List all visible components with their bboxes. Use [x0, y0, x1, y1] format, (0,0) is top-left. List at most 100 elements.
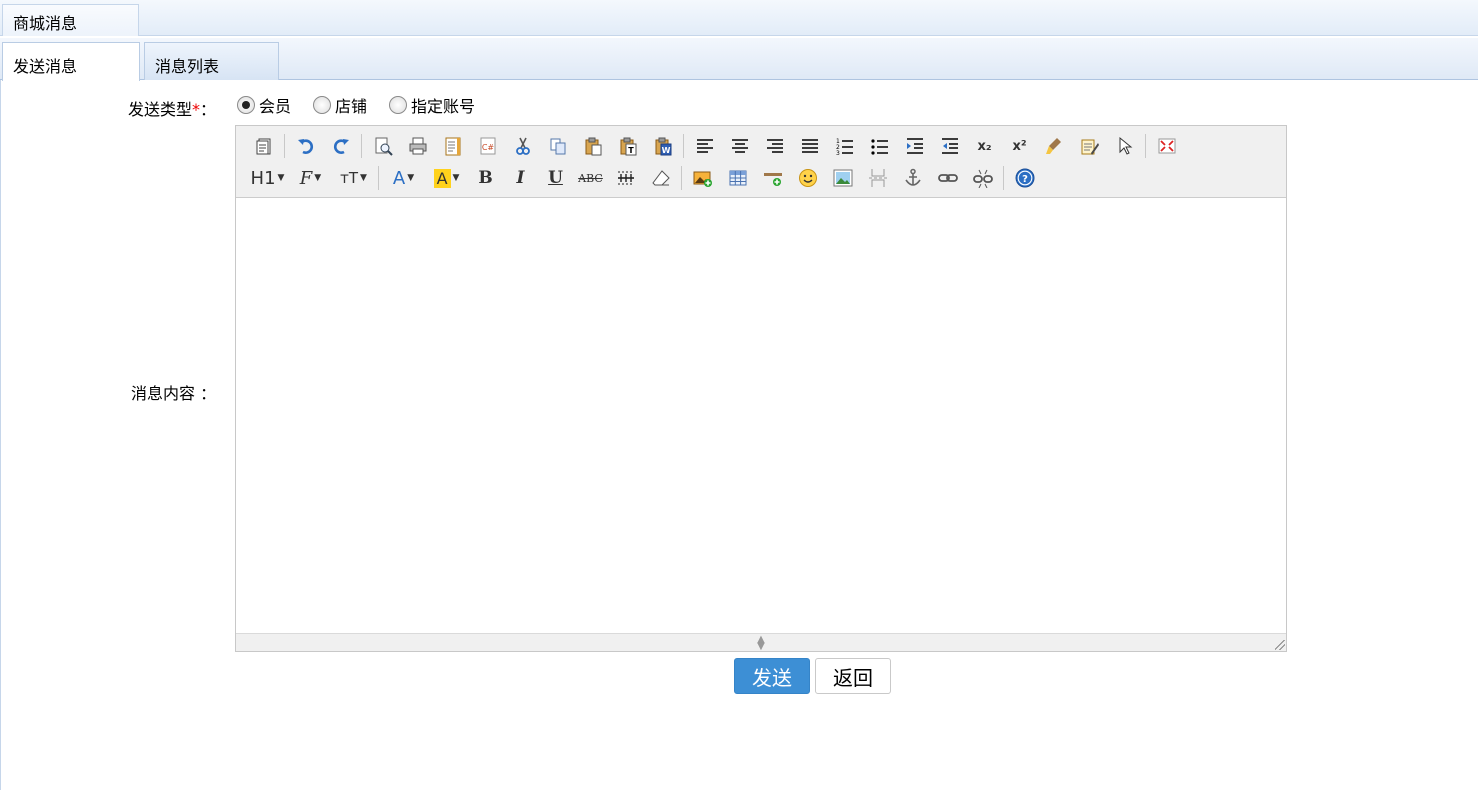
module-title: 商城消息 [2, 4, 139, 36]
back-button[interactable]: 返回 [815, 658, 891, 694]
svg-text:T: T [628, 146, 634, 155]
toolbar-separator [683, 134, 684, 158]
link-icon[interactable] [930, 163, 965, 193]
toolbar-separator [378, 166, 379, 190]
svg-text:?: ? [1022, 174, 1028, 185]
hr-icon[interactable] [755, 163, 790, 193]
radio-account[interactable] [389, 96, 408, 114]
svg-text:C#: C# [481, 143, 494, 152]
align-center-icon[interactable] [722, 131, 757, 161]
bold-glyph: B [478, 168, 493, 188]
align-right-icon[interactable] [757, 131, 792, 161]
indent-icon[interactable] [897, 131, 932, 161]
strikethrough-icon[interactable]: ABC [573, 163, 608, 193]
font-family-icon[interactable]: F ▼ [289, 163, 332, 193]
send-type-label-text: 发送类型 [128, 100, 193, 119]
tab-send-message[interactable]: 发送消息 [2, 42, 140, 81]
content-label: 消息内容 ： [131, 384, 217, 403]
module-header: 商城消息 [0, 0, 1478, 36]
radio-account-label: 指定账号 [411, 97, 476, 116]
highlight-glyph: A [433, 168, 451, 188]
bold-icon[interactable]: B [468, 163, 503, 193]
font-family-glyph: F [299, 167, 313, 189]
toolbar-row-2: H1 ▼ F ▼ тT ▼ A ▼ A ▼ B I U ABC ? [246, 162, 1286, 194]
svg-text:3: 3 [836, 150, 840, 156]
image-icon[interactable] [825, 163, 860, 193]
preview-icon[interactable] [365, 131, 400, 161]
editor-content-area[interactable] [236, 199, 1286, 633]
subscript-icon[interactable]: x₂ [967, 131, 1002, 161]
page-break-icon[interactable] [860, 163, 895, 193]
unlink-icon[interactable] [965, 163, 1000, 193]
radio-store-label: 店铺 [335, 97, 368, 116]
redo-icon[interactable] [323, 131, 358, 161]
superscript-icon[interactable]: x² [1002, 131, 1037, 161]
paste-word-icon[interactable]: W [645, 131, 680, 161]
font-color-glyph: A [392, 167, 406, 189]
clear-format-icon[interactable] [1037, 131, 1072, 161]
send-type-colon: ： [200, 100, 217, 119]
paste-text-icon[interactable]: T [610, 131, 645, 161]
copy-icon[interactable] [540, 131, 575, 161]
radio-option-account[interactable]: 指定账号 [389, 93, 475, 117]
font-color-icon[interactable]: A ▼ [382, 163, 425, 193]
paste-icon[interactable] [575, 131, 610, 161]
editor-toolbar: C# T W 123 x₂ x² H1 ▼ F ▼ тT ▼ A ▼ A ▼ B… [236, 126, 1286, 198]
toolbar-separator [361, 134, 362, 158]
send-type-label: 发送类型*： [128, 96, 216, 120]
print-icon[interactable] [400, 131, 435, 161]
template-icon[interactable] [435, 131, 470, 161]
multi-image-icon[interactable] [685, 163, 720, 193]
tab-message-list[interactable]: 消息列表 [144, 42, 279, 80]
highlight-color-icon[interactable]: A ▼ [425, 163, 468, 193]
toolbar-row-1: C# T W 123 x₂ x² [246, 130, 1286, 162]
remove-format-icon[interactable] [643, 163, 678, 193]
italic-icon[interactable]: I [503, 163, 538, 193]
quick-format-icon[interactable] [1072, 131, 1107, 161]
form-container: 发送类型*： 会员 店铺 指定账号 消息内容 ： C# T W 1 2 3 x₂… [0, 80, 1478, 790]
ordered-list-icon[interactable]: 123 [827, 131, 862, 161]
radio-member[interactable] [237, 96, 255, 114]
toolbar-separator [284, 134, 285, 158]
outdent-icon[interactable] [932, 131, 967, 161]
required-mark: * [192, 100, 201, 119]
resize-corner-icon[interactable] [1275, 640, 1285, 650]
superscript-glyph: x² [1012, 138, 1027, 154]
heading-glyph: H1 [250, 167, 276, 189]
font-size-icon[interactable]: тT ▼ [332, 163, 375, 193]
strike-glyph: ABC [578, 171, 603, 185]
align-left-icon[interactable] [687, 131, 722, 161]
subscript-glyph: x₂ [977, 138, 992, 154]
editor-status-bar: ▲ ▼ [236, 633, 1286, 652]
radio-option-member[interactable]: 会员 [237, 93, 291, 117]
table-icon[interactable] [720, 163, 755, 193]
line-height-icon[interactable] [608, 163, 643, 193]
radio-store[interactable] [313, 96, 332, 114]
toolbar-separator [681, 166, 682, 190]
send-type-radio-group: 会员 店铺 指定账号 [237, 94, 497, 116]
unordered-list-icon[interactable] [862, 131, 897, 161]
send-button[interactable]: 发送 [734, 658, 810, 694]
resize-grip-icon[interactable]: ▲ ▼ [750, 635, 772, 652]
source-icon[interactable] [246, 131, 281, 161]
tab-bar: 发送消息 消息列表 [0, 38, 1478, 81]
help-icon[interactable]: ? [1007, 163, 1042, 193]
radio-member-label: 会员 [259, 97, 292, 116]
heading-icon[interactable]: H1 ▼ [246, 163, 289, 193]
toolbar-separator [1145, 134, 1146, 158]
cut-icon[interactable] [505, 131, 540, 161]
underline-glyph: U [548, 168, 563, 188]
toolbar-separator [1003, 166, 1004, 190]
emoticon-icon[interactable] [790, 163, 825, 193]
align-justify-icon[interactable] [792, 131, 827, 161]
undo-icon[interactable] [288, 131, 323, 161]
fullscreen-icon[interactable] [1149, 131, 1184, 161]
radio-option-store[interactable]: 店铺 [313, 93, 367, 117]
font-size-glyph: тT [340, 169, 358, 187]
rich-text-editor: C# T W 123 x₂ x² H1 ▼ F ▼ тT ▼ A ▼ A ▼ B… [235, 125, 1287, 652]
code-icon[interactable]: C# [470, 131, 505, 161]
underline-icon[interactable]: U [538, 163, 573, 193]
italic-glyph: I [516, 168, 525, 188]
anchor-icon[interactable] [895, 163, 930, 193]
select-all-icon[interactable] [1107, 131, 1142, 161]
